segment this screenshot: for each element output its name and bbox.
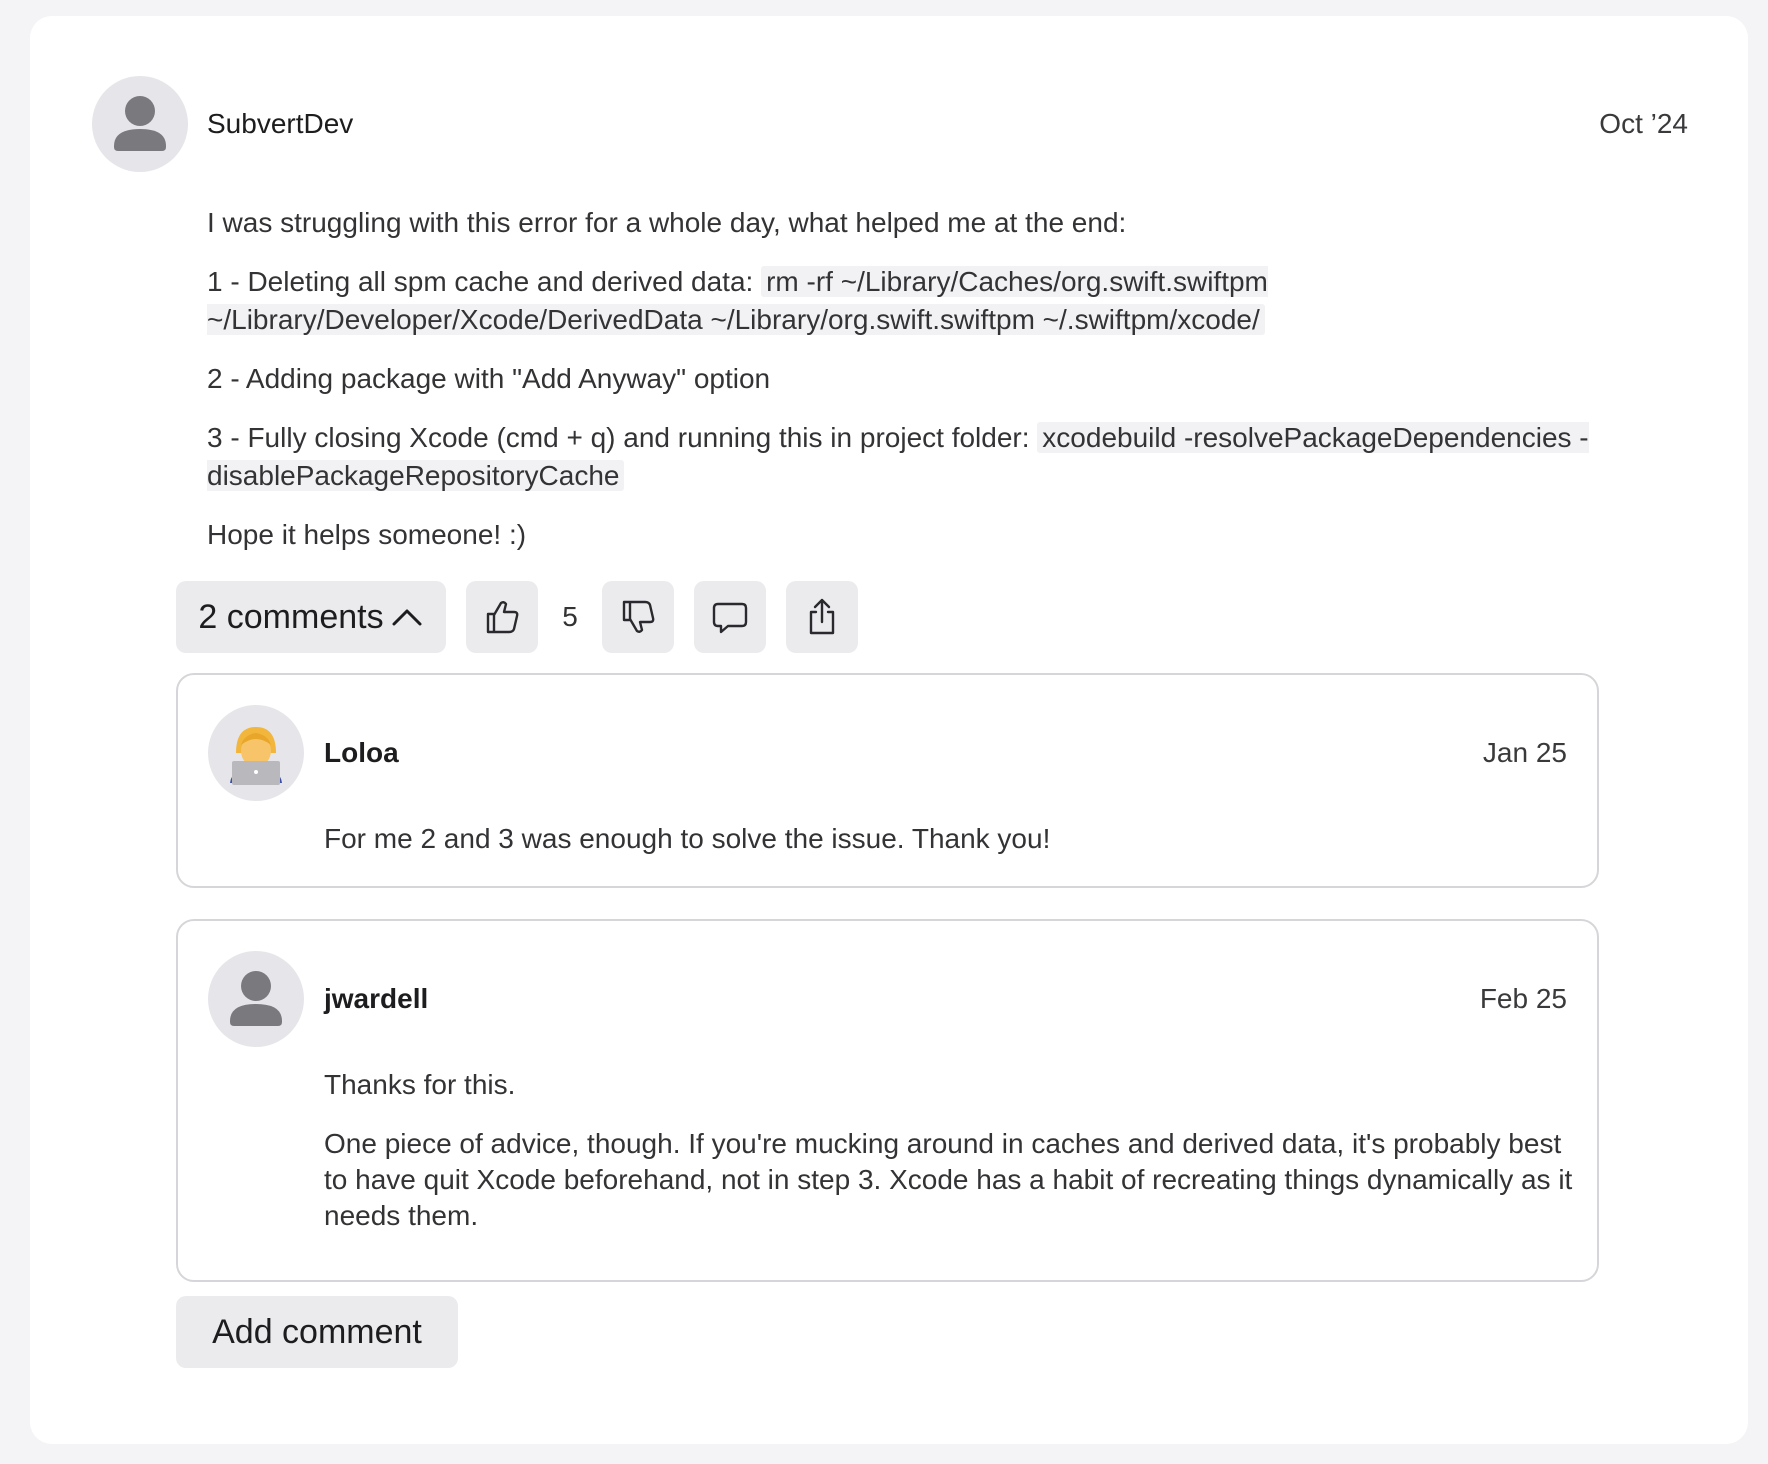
post-paragraph-step1: 1 - Deleting all spm cache and derived d… xyxy=(207,263,1677,339)
add-comment-button[interactable]: Add comment xyxy=(176,1296,458,1368)
toggle-comments-button[interactable]: 2 comments xyxy=(176,581,446,653)
post-paragraph-step2: 2 - Adding package with "Add Anyway" opt… xyxy=(207,363,771,394)
step1-text: 1 - Deleting all spm cache and derived d… xyxy=(207,266,762,297)
downvote-button[interactable] xyxy=(602,581,674,653)
post-body: I was struggling with this error for a w… xyxy=(207,204,1677,575)
avatar[interactable] xyxy=(208,705,304,801)
post-paragraph-step3: 3 - Fully closing Xcode (cmd + q) and ru… xyxy=(207,419,1677,495)
technologist-emoji-icon xyxy=(230,727,282,785)
thumbs-down-icon xyxy=(622,600,655,633)
avatar[interactable] xyxy=(208,951,304,1047)
comments-count-label: 2 comments xyxy=(198,597,384,636)
comment-card: Loloa Jan 25 For me 2 and 3 was enough t… xyxy=(176,673,1599,888)
comment-paragraph: One piece of advice, though. If you're m… xyxy=(324,1128,1573,1231)
post-paragraph-intro: I was struggling with this error for a w… xyxy=(207,207,1127,238)
chevron-up-icon xyxy=(392,609,422,626)
comment-body: For me 2 and 3 was enough to solve the i… xyxy=(324,821,1574,880)
vote-count: 5 xyxy=(562,601,578,632)
comment-date[interactable]: Jan 25 xyxy=(1483,737,1567,769)
post-author[interactable]: SubvertDev xyxy=(207,108,353,140)
avatar[interactable] xyxy=(92,76,188,172)
post-date[interactable]: Oct ’24 xyxy=(1599,108,1688,140)
comment-author[interactable]: jwardell xyxy=(324,983,428,1015)
upvote-button[interactable] xyxy=(466,581,538,653)
post-header: SubvertDev Oct ’24 xyxy=(92,76,1688,172)
comment-paragraph: Thanks for this. xyxy=(324,1069,516,1100)
reply-button[interactable] xyxy=(694,581,766,653)
comment-paragraph: For me 2 and 3 was enough to solve the i… xyxy=(324,823,1051,854)
share-button[interactable] xyxy=(786,581,858,653)
person-icon xyxy=(230,971,282,1026)
comment-icon xyxy=(712,602,748,634)
thumbs-up-icon xyxy=(486,601,519,634)
post-paragraph-outro: Hope it helps someone! :) xyxy=(207,519,527,550)
comment-card: jwardell Feb 25 Thanks for this. One pie… xyxy=(176,919,1599,1282)
person-icon xyxy=(114,96,166,151)
share-icon xyxy=(809,598,835,635)
comment-body: Thanks for this. One piece of advice, th… xyxy=(324,1067,1574,1257)
step3-text: 3 - Fully closing Xcode (cmd + q) and ru… xyxy=(207,422,1038,453)
post-actions: 2 comments 5 xyxy=(176,581,858,653)
comment-date[interactable]: Feb 25 xyxy=(1480,983,1567,1015)
comment-author[interactable]: Loloa xyxy=(324,737,399,769)
